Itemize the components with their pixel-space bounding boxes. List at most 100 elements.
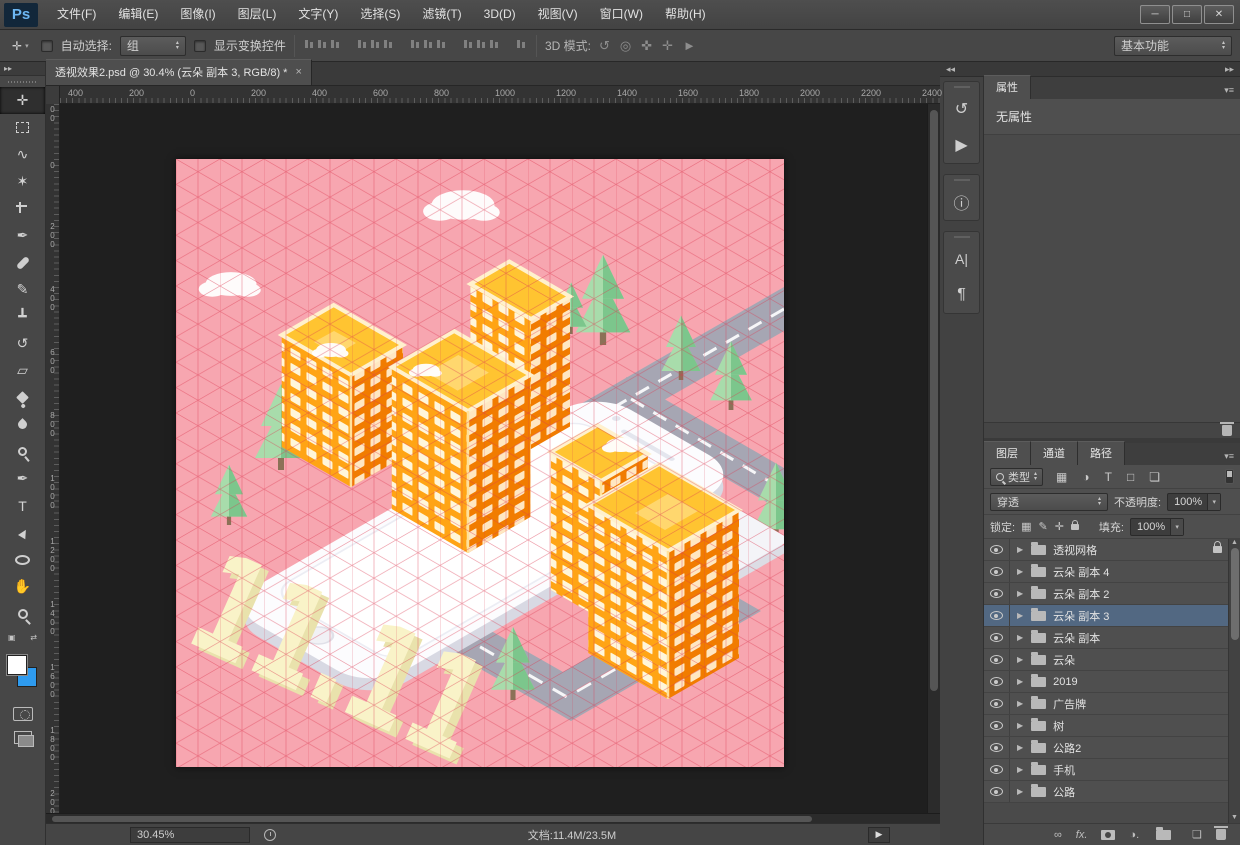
expand-arrow-icon[interactable]: ▶	[1010, 611, 1028, 620]
type-tool[interactable]: T	[0, 492, 45, 519]
toolbar-collapse[interactable]: ▸▸	[0, 62, 45, 76]
menu-image[interactable]: 图像(I)	[169, 0, 226, 29]
paragraph-panel-button[interactable]: ¶	[944, 277, 979, 313]
zoom-level-field[interactable]: 30.45%	[130, 826, 250, 843]
menu-filter[interactable]: 滤镜(T)	[411, 0, 472, 29]
expand-arrow-icon[interactable]: ▶	[1010, 743, 1028, 752]
distribute-horizontal-centers-icon[interactable]	[475, 38, 488, 50]
trash-icon[interactable]	[1220, 422, 1234, 436]
align-horizontal-centers-icon[interactable]	[369, 38, 382, 50]
new-group-icon[interactable]	[1156, 826, 1172, 840]
move-tool[interactable]: ✛	[0, 87, 45, 114]
layer-row[interactable]: ▶ 云朵 副本	[984, 627, 1240, 649]
scrollbar-thumb[interactable]	[52, 816, 812, 822]
rectangular-marquee-tool[interactable]	[0, 114, 45, 141]
menu-select[interactable]: 选择(S)	[349, 0, 411, 29]
info-panel-button[interactable]: ⓘ	[944, 184, 979, 220]
blur-tool[interactable]	[0, 411, 45, 438]
quick-selection-tool[interactable]: ✶	[0, 168, 45, 195]
filter-adjustment-layers-icon[interactable]: ◑	[1079, 470, 1092, 484]
distribute-vertical-centers-icon[interactable]	[422, 38, 435, 50]
visibility-toggle[interactable]	[984, 627, 1010, 648]
eraser-tool[interactable]: ▱	[0, 357, 45, 384]
visibility-toggle[interactable]	[984, 715, 1010, 736]
visibility-toggle[interactable]	[984, 583, 1010, 604]
layer-effects-icon[interactable]: fx.	[1076, 829, 1088, 841]
ruler-vertical[interactable]: 200 0 200 400 600 800 1000 1200 1400 1600 1800 2000	[46, 104, 60, 813]
menu-view[interactable]: 视图(V)	[527, 0, 589, 29]
collapse-panels-icon[interactable]: ◂◂	[946, 64, 955, 75]
screen-mode-button[interactable]	[13, 731, 34, 747]
distribute-top-edges-icon[interactable]	[409, 38, 422, 50]
clone-stamp-tool[interactable]: ┻	[0, 303, 45, 330]
expand-arrow-icon[interactable]: ▶	[1010, 589, 1028, 598]
menu-type[interactable]: 文字(Y)	[287, 0, 349, 29]
canvas-artwork[interactable]: 11.11 11.11	[176, 159, 784, 767]
quick-mask-button[interactable]	[12, 707, 33, 721]
layer-row[interactable]: ▶ 广告牌	[984, 693, 1240, 715]
menu-3d[interactable]: 3D(D)	[473, 0, 527, 29]
visibility-toggle[interactable]	[984, 605, 1010, 626]
layer-row[interactable]: ▶ 公路2	[984, 737, 1240, 759]
3d-drag-icon[interactable]: ✜	[641, 38, 652, 54]
expand-arrow-icon[interactable]: ▶	[1010, 545, 1028, 554]
menu-help[interactable]: 帮助(H)	[654, 0, 717, 29]
panel-menu-icon[interactable]: ▾≡	[1218, 451, 1240, 465]
visibility-toggle[interactable]	[984, 561, 1010, 582]
auto-align-layers-icon[interactable]	[515, 38, 528, 50]
menu-layer[interactable]: 图层(L)	[227, 0, 288, 29]
align-right-edges-icon[interactable]	[382, 38, 395, 50]
link-layers-icon[interactable]: ∞	[1054, 829, 1062, 841]
expand-panels-icon[interactable]: ▸▸	[1225, 64, 1234, 75]
layer-row[interactable]: ▶ 2019	[984, 671, 1240, 693]
menu-edit[interactable]: 编辑(E)	[107, 0, 169, 29]
ellipse-tool[interactable]	[0, 546, 45, 573]
visibility-toggle[interactable]	[984, 737, 1010, 758]
tab-layers[interactable]: 图层	[984, 441, 1031, 465]
lock-all-icon[interactable]	[1070, 519, 1079, 530]
visibility-toggle[interactable]	[984, 693, 1010, 714]
panel-menu-icon[interactable]: ▾≡	[1218, 85, 1240, 99]
path-selection-tool[interactable]: ►	[0, 519, 45, 546]
layer-row[interactable]: ▶ 云朵	[984, 649, 1240, 671]
swap-colors-icon[interactable]: ⇄	[30, 633, 37, 645]
layer-row[interactable]: ▶ 透视网格	[984, 539, 1240, 561]
history-brush-tool[interactable]: ↺	[0, 330, 45, 357]
layer-row[interactable]: ▶ 公路	[984, 781, 1240, 803]
brush-tool[interactable]: ✎	[0, 276, 45, 303]
expand-arrow-icon[interactable]: ▶	[1010, 721, 1028, 730]
eyedropper-tool[interactable]: ✒	[0, 222, 45, 249]
expand-arrow-icon[interactable]: ▶	[1010, 787, 1028, 796]
filter-type-layers-icon[interactable]: T	[1102, 470, 1115, 484]
align-vertical-centers-icon[interactable]	[316, 38, 329, 50]
adjustment-layer-icon[interactable]: ◑.	[1129, 829, 1139, 841]
delete-layer-icon[interactable]	[1214, 826, 1228, 840]
layer-row[interactable]: ▶ 云朵 副本 4	[984, 561, 1240, 583]
horizontal-scrollbar[interactable]	[46, 813, 940, 823]
expand-arrow-icon[interactable]: ▶	[1010, 699, 1028, 708]
auto-select-checkbox[interactable]	[40, 39, 53, 52]
layer-row[interactable]: ▶ 云朵 副本 2	[984, 583, 1240, 605]
current-tool-badge[interactable]: ✛ ▾	[8, 37, 33, 55]
default-colors-icon[interactable]: ▣	[8, 633, 16, 645]
filter-toggle-switch[interactable]	[1225, 469, 1234, 484]
crop-tool[interactable]	[0, 195, 45, 222]
opacity-field[interactable]: 100% ▾	[1167, 492, 1222, 511]
lock-position-icon[interactable]: ✛	[1055, 520, 1064, 533]
visibility-toggle[interactable]	[984, 759, 1010, 780]
distribute-left-edges-icon[interactable]	[462, 38, 475, 50]
healing-brush-tool[interactable]	[0, 249, 45, 276]
fill-field[interactable]: 100% ▾	[1129, 517, 1185, 536]
expand-arrow-icon[interactable]: ▶	[1010, 567, 1028, 576]
expand-arrow-icon[interactable]: ▶	[1010, 765, 1028, 774]
tab-channels[interactable]: 通道	[1031, 441, 1078, 465]
visibility-toggle[interactable]	[984, 649, 1010, 670]
3d-rotate-icon[interactable]: ↺	[599, 38, 610, 54]
add-layer-mask-icon[interactable]	[1101, 829, 1116, 840]
visibility-toggle[interactable]	[984, 671, 1010, 692]
filter-pixel-layers-icon[interactable]: ▦	[1053, 470, 1070, 484]
paint-bucket-tool[interactable]	[0, 384, 45, 411]
3d-scale-icon[interactable]: ►	[683, 38, 696, 54]
scroll-down-icon[interactable]: ▼	[1231, 814, 1238, 823]
filter-shape-layers-icon[interactable]: □	[1124, 470, 1137, 484]
